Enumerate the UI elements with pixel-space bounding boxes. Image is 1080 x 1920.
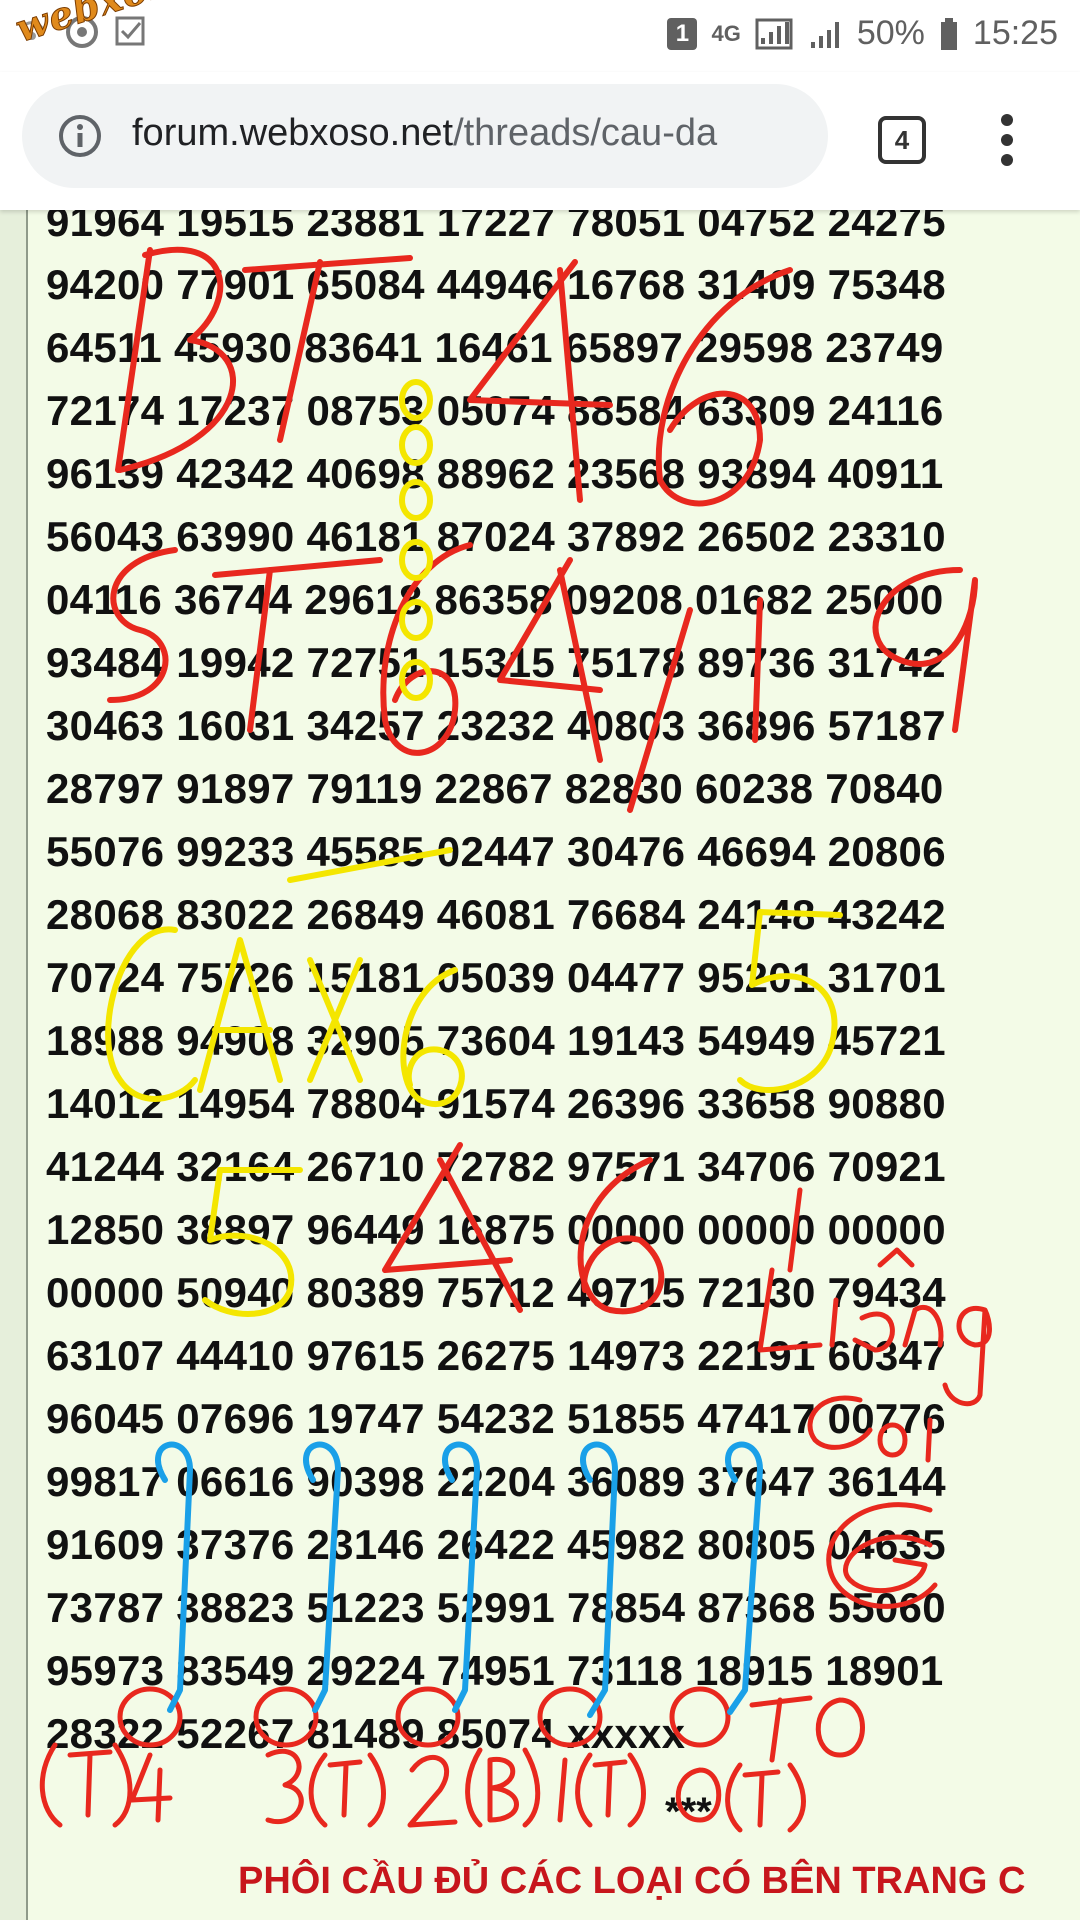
annotation-circles <box>117 1686 731 1748</box>
annotation-bottom-labels <box>39 1695 865 1833</box>
annotation-bt <box>115 246 413 473</box>
notification-badge-icon: 1 <box>667 17 698 50</box>
annotation-lieng-coi <box>757 1187 992 1609</box>
battery-percent: 50% <box>856 14 925 52</box>
annotation-46-top <box>467 259 793 507</box>
battery-icon <box>940 17 957 50</box>
signal-strength-2-icon <box>810 21 839 48</box>
status-icons-right: 1 4G 50% 15:25 <box>667 14 1058 53</box>
more-menu-icon[interactable] <box>1000 112 1014 168</box>
tab-switcher-button[interactable]: 4 <box>878 116 926 164</box>
browser-toolbar: forum.webxoso.net/threads/cau-da 4 <box>0 72 1080 210</box>
network-type: 4G <box>711 20 741 46</box>
url-host: forum.webxoso.net <box>132 112 454 154</box>
annotation-blue-columns <box>155 1441 763 1718</box>
clock: 15:25 <box>972 14 1058 52</box>
url-text[interactable]: forum.webxoso.net/threads/cau-da <box>132 112 822 155</box>
address-bar[interactable]: forum.webxoso.net/threads/cau-da <box>22 84 828 188</box>
checkbox-icon <box>115 16 145 46</box>
info-icon[interactable] <box>58 114 102 158</box>
annotation-yellow <box>105 379 843 1317</box>
annotation-st-64-19 <box>107 542 978 813</box>
status-bar: webxoso.net 1 4G 50% 15:25 <box>0 0 1080 72</box>
url-path: /threads/cau-da <box>453 112 718 154</box>
handwriting-overlay <box>39 246 992 1833</box>
signal-strength-icon <box>755 18 793 49</box>
annotation-546 <box>382 1142 665 1315</box>
